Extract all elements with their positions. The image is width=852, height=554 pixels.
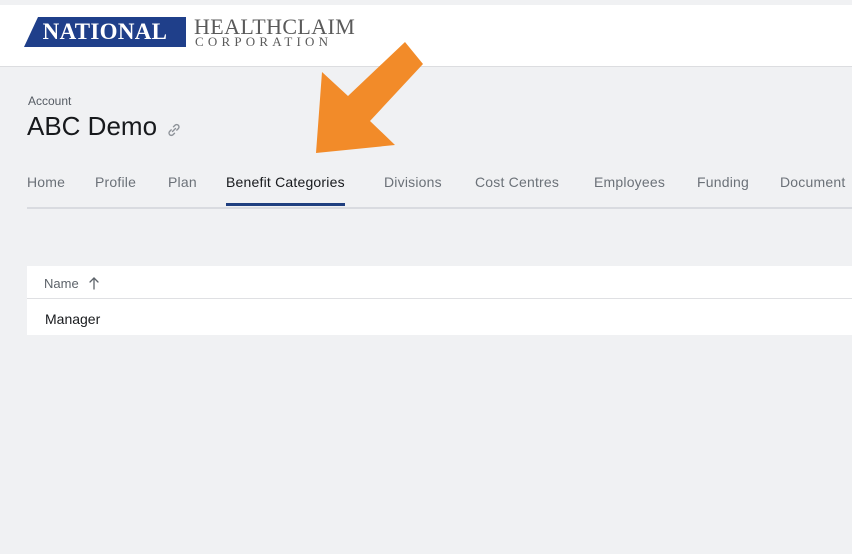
logo-corporation-text: CORPORATION — [195, 34, 333, 49]
logo-national-text: NATIONAL — [42, 19, 168, 44]
tab-cost-centres[interactable]: Cost Centres — [475, 174, 559, 203]
arrow-up-icon[interactable] — [88, 276, 100, 290]
tab-funding[interactable]: Funding — [697, 174, 749, 203]
table-header: Name — [27, 266, 852, 299]
logo-national-block: NATIONAL — [24, 17, 186, 47]
tab-profile[interactable]: Profile — [95, 174, 136, 203]
account-title: ABC Demo — [27, 111, 158, 141]
app-header: NATIONAL HEALTHCLAIM CORPORATION — [0, 5, 852, 67]
tab-divisions[interactable]: Divisions — [384, 174, 442, 203]
benefit-categories-table: Name Manager — [27, 266, 852, 335]
tab-benefit-categories[interactable]: Benefit Categories — [226, 174, 345, 206]
table-row[interactable]: Manager — [45, 311, 100, 327]
link-icon[interactable] — [166, 122, 182, 138]
tab-plan[interactable]: Plan — [168, 174, 197, 203]
tab-home[interactable]: Home — [27, 174, 65, 203]
tab-document[interactable]: Document — [780, 174, 845, 203]
tab-employees[interactable]: Employees — [594, 174, 665, 203]
column-header-name[interactable]: Name — [44, 276, 79, 291]
account-label: Account — [28, 94, 72, 108]
tab-bar: Home Profile Plan Benefit Categories Div… — [27, 166, 852, 209]
